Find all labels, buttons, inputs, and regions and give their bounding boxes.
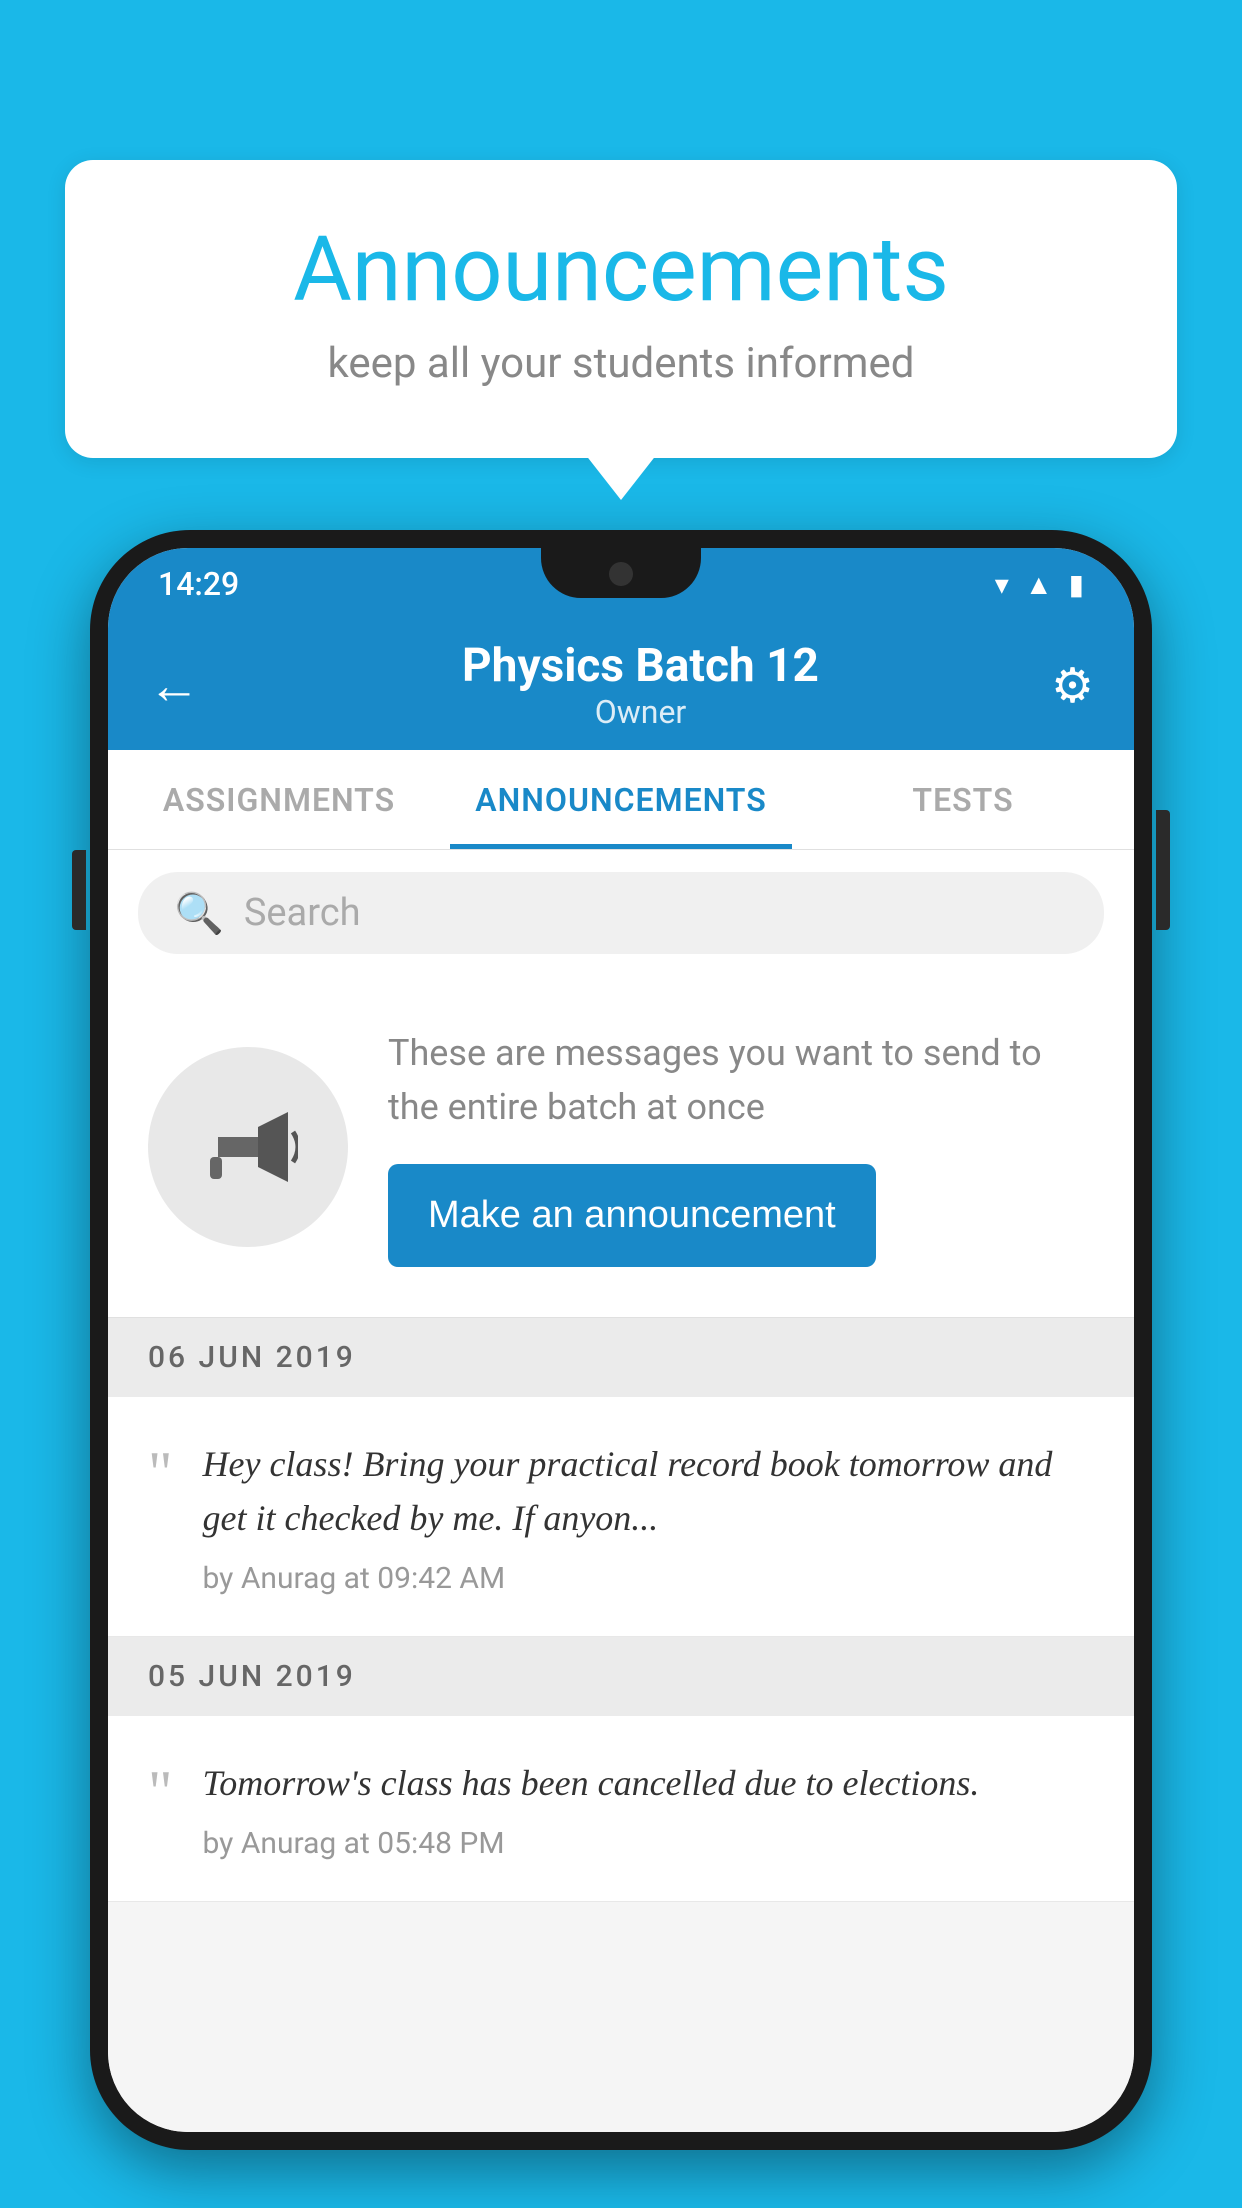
content-area: 🔍 Search <box>108 850 1134 2132</box>
status-bar: 14:29 ▾ ▲ ▮ <box>108 548 1134 620</box>
announce-right: These are messages you want to send to t… <box>388 1026 1094 1267</box>
megaphone-icon <box>198 1097 298 1197</box>
wifi-icon: ▾ <box>995 568 1009 601</box>
tab-tests[interactable]: TESTS <box>792 750 1134 849</box>
speech-bubble: Announcements keep all your students inf… <box>65 160 1177 458</box>
speech-bubble-container: Announcements keep all your students inf… <box>65 160 1177 458</box>
announcement-message-2: Tomorrow's class has been cancelled due … <box>203 1756 1095 1810</box>
notch <box>541 548 701 598</box>
status-icons: ▾ ▲ ▮ <box>995 568 1084 601</box>
bubble-title: Announcements <box>145 220 1097 319</box>
quote-icon-1: " <box>148 1443 173 1503</box>
announcement-icon-circle <box>148 1047 348 1247</box>
tab-assignments[interactable]: ASSIGNMENTS <box>108 750 450 849</box>
signal-icon: ▲ <box>1025 568 1053 601</box>
announcement-prompt: These are messages you want to send to t… <box>108 976 1134 1318</box>
announcement-meta-1: by Anurag at 09:42 AM <box>203 1561 1095 1596</box>
battery-icon: ▮ <box>1069 568 1084 601</box>
announcement-text-2: Tomorrow's class has been cancelled due … <box>203 1756 1095 1861</box>
tab-announcements[interactable]: ANNOUNCEMENTS <box>450 750 792 849</box>
announcement-text-1: Hey class! Bring your practical record b… <box>203 1437 1095 1596</box>
app-bar-title-group: Physics Batch 12 Owner <box>230 639 1051 731</box>
search-icon: 🔍 <box>174 890 224 937</box>
phone-inner: 14:29 ▾ ▲ ▮ ← Physics Batch 12 Owner ⚙ <box>108 548 1134 2132</box>
announcement-message-1: Hey class! Bring your practical record b… <box>203 1437 1095 1545</box>
search-container: 🔍 Search <box>108 850 1134 976</box>
search-bar[interactable]: 🔍 Search <box>138 872 1104 954</box>
app-bar: ← Physics Batch 12 Owner ⚙ <box>108 620 1134 750</box>
search-placeholder: Search <box>244 891 361 935</box>
bubble-subtitle: keep all your students informed <box>145 339 1097 388</box>
announcement-item-1[interactable]: " Hey class! Bring your practical record… <box>108 1397 1134 1637</box>
app-bar-title: Physics Batch 12 <box>230 639 1051 693</box>
quote-icon-2: " <box>148 1762 173 1822</box>
app-bar-subtitle: Owner <box>230 693 1051 731</box>
back-button[interactable]: ← <box>148 655 200 716</box>
announcement-item-2[interactable]: " Tomorrow's class has been cancelled du… <box>108 1716 1134 1902</box>
notch-camera <box>609 562 633 586</box>
tabs-bar: ASSIGNMENTS ANNOUNCEMENTS TESTS <box>108 750 1134 850</box>
make-announcement-button[interactable]: Make an announcement <box>388 1164 876 1267</box>
phone-content: ← Physics Batch 12 Owner ⚙ ASSIGNMENTS A… <box>108 620 1134 2132</box>
phone-wrapper: 14:29 ▾ ▲ ▮ ← Physics Batch 12 Owner ⚙ <box>90 530 1152 2208</box>
status-time: 14:29 <box>158 565 239 603</box>
announce-description: These are messages you want to send to t… <box>388 1026 1094 1134</box>
date-separator-2: 05 JUN 2019 <box>108 1637 1134 1716</box>
date-separator-1: 06 JUN 2019 <box>108 1318 1134 1397</box>
phone-outer: 14:29 ▾ ▲ ▮ ← Physics Batch 12 Owner ⚙ <box>90 530 1152 2150</box>
gear-icon[interactable]: ⚙ <box>1051 657 1094 714</box>
announcement-meta-2: by Anurag at 05:48 PM <box>203 1826 1095 1861</box>
